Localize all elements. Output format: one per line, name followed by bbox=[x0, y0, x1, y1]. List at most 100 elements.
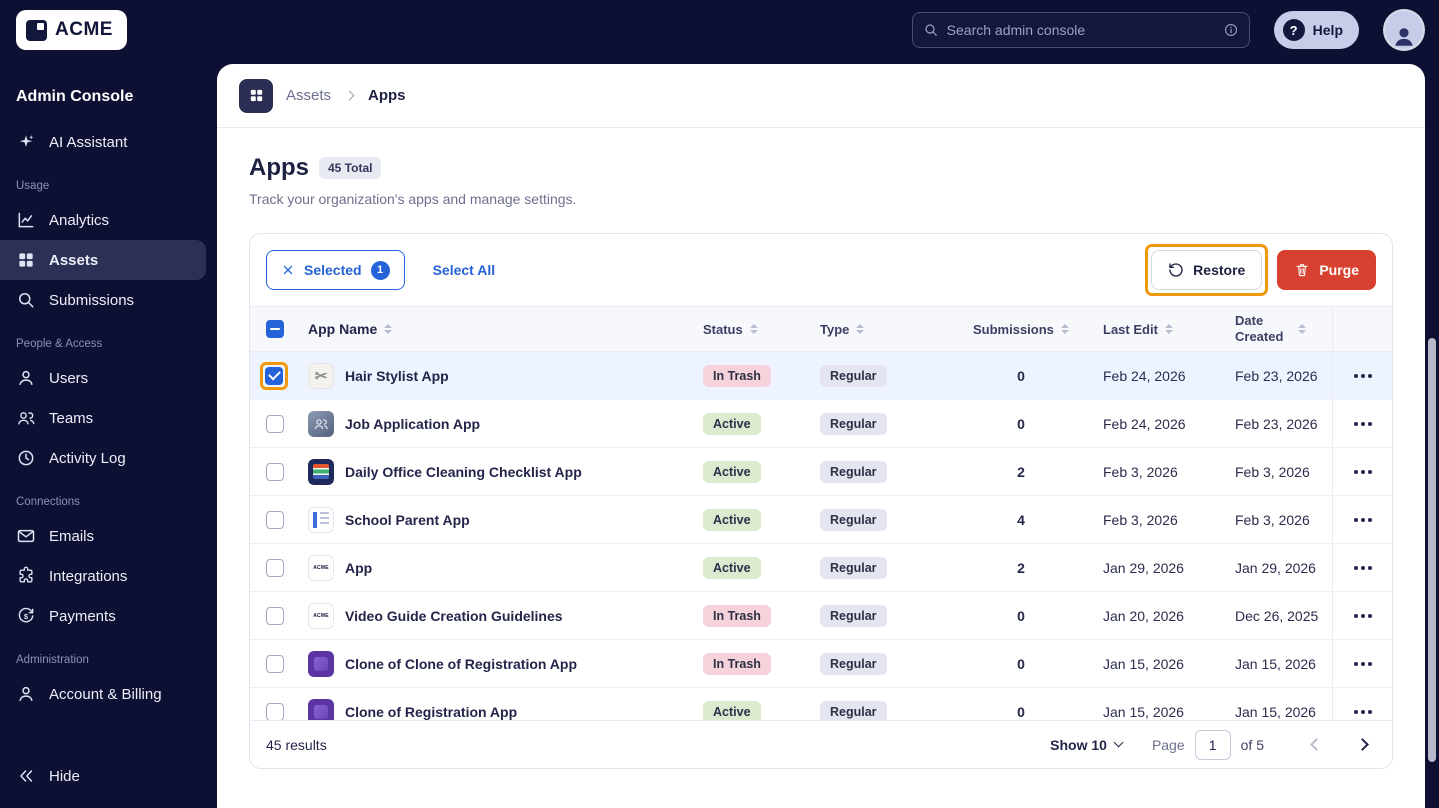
app-name[interactable]: Job Application App bbox=[345, 416, 480, 432]
column-header-date-created[interactable]: Date Created bbox=[1235, 313, 1306, 344]
sidebar-item-activity-log[interactable]: Activity Log bbox=[0, 438, 217, 478]
breadcrumb-assets-link[interactable]: Assets bbox=[286, 87, 331, 104]
table-row[interactable]: Video Guide Creation Guidelines In Trash… bbox=[250, 592, 1392, 640]
app-name[interactable]: School Parent App bbox=[345, 512, 470, 528]
sidebar-item-assets[interactable]: Assets bbox=[0, 240, 206, 280]
column-header-app-name[interactable]: App Name bbox=[308, 321, 392, 337]
apps-table-panel: Selected 1 Select All Restore Purge App … bbox=[249, 233, 1393, 769]
previous-page-button[interactable] bbox=[1302, 731, 1330, 759]
last-edit-date: Feb 3, 2026 bbox=[1103, 463, 1178, 480]
column-header-submissions[interactable]: Submissions bbox=[973, 322, 1069, 337]
row-checkbox[interactable] bbox=[266, 702, 284, 721]
column-header-last-edit[interactable]: Last Edit bbox=[1103, 322, 1173, 337]
row-checkbox[interactable] bbox=[266, 606, 284, 625]
help-button[interactable]: ? Help bbox=[1273, 11, 1359, 49]
sidebar-item-emails[interactable]: Emails bbox=[0, 516, 217, 556]
more-actions-icon[interactable] bbox=[1360, 517, 1365, 522]
page-scrollbar[interactable] bbox=[1425, 60, 1439, 808]
sidebar-item-integrations[interactable]: Integrations bbox=[0, 556, 217, 596]
app-name[interactable]: Clone of Clone of Registration App bbox=[345, 656, 577, 672]
sidebar-hide-button[interactable]: Hide bbox=[0, 756, 217, 796]
sort-icon[interactable] bbox=[856, 324, 864, 335]
more-actions-icon[interactable] bbox=[1360, 373, 1365, 378]
page-number-input[interactable] bbox=[1194, 729, 1231, 760]
sidebar-item-teams[interactable]: Teams bbox=[0, 398, 217, 438]
table-row[interactable]: Clone of Clone of Registration App In Tr… bbox=[250, 640, 1392, 688]
column-header-status[interactable]: Status bbox=[703, 322, 758, 337]
status-badge: In Trash bbox=[703, 364, 771, 387]
select-all-checkbox[interactable] bbox=[266, 320, 284, 338]
type-badge: Regular bbox=[820, 508, 887, 531]
sidebar-item-users[interactable]: Users bbox=[0, 358, 217, 398]
table-row[interactable]: App Active Regular 2 Jan 29, 2026 Jan 29… bbox=[250, 544, 1392, 592]
more-actions-icon[interactable] bbox=[1360, 661, 1365, 666]
row-checkbox[interactable] bbox=[266, 414, 284, 433]
chevron-right-icon bbox=[1355, 738, 1369, 751]
info-icon[interactable] bbox=[1223, 22, 1239, 38]
type-badge: Regular bbox=[820, 652, 887, 675]
table-toolbar: Selected 1 Select All Restore Purge bbox=[250, 234, 1392, 306]
acme-logo-thumbnail-icon bbox=[308, 554, 334, 581]
sidebar-section-usage: Usage bbox=[16, 180, 50, 192]
more-actions-icon[interactable] bbox=[1360, 613, 1365, 618]
account-icon bbox=[16, 684, 36, 704]
chevron-left-icon bbox=[1309, 738, 1323, 751]
column-header-type[interactable]: Type bbox=[820, 322, 864, 337]
more-actions-icon[interactable] bbox=[1360, 565, 1365, 570]
sort-icon[interactable] bbox=[384, 324, 392, 335]
app-name[interactable]: Hair Stylist App bbox=[345, 368, 449, 384]
selected-filter-chip[interactable]: Selected 1 bbox=[266, 250, 405, 290]
acme-logo[interactable]: ACME bbox=[16, 10, 127, 50]
more-actions-icon[interactable] bbox=[1360, 469, 1365, 474]
sort-icon[interactable] bbox=[750, 324, 758, 335]
sidebar: Admin Console AI Assistant Usage Analyti… bbox=[0, 60, 217, 808]
more-actions-icon[interactable] bbox=[1360, 709, 1365, 714]
page-size-select[interactable]: Show 10 bbox=[1050, 737, 1124, 753]
app-name[interactable]: Clone of Registration App bbox=[345, 704, 517, 720]
search-input[interactable] bbox=[946, 22, 1215, 38]
table-header: App Name Status Type Submissions Last Ed… bbox=[250, 306, 1392, 352]
table-row[interactable]: School Parent App Active Regular 4 Feb 3… bbox=[250, 496, 1392, 544]
submissions-count: 0 bbox=[1017, 367, 1025, 384]
table-row[interactable]: Job Application App Active Regular 0 Feb… bbox=[250, 400, 1392, 448]
admin-search[interactable] bbox=[911, 12, 1250, 48]
sidebar-title: Admin Console bbox=[16, 88, 134, 105]
app-name[interactable]: App bbox=[345, 560, 372, 576]
table-row[interactable]: Hair Stylist App In Trash Regular 0 Feb … bbox=[250, 352, 1392, 400]
row-checkbox[interactable] bbox=[266, 558, 284, 577]
sort-icon[interactable] bbox=[1165, 324, 1173, 335]
sidebar-item-ai-assistant[interactable]: AI Assistant bbox=[0, 122, 217, 162]
sidebar-item-submissions[interactable]: Submissions bbox=[0, 280, 217, 320]
row-checkbox[interactable] bbox=[266, 462, 284, 481]
person-icon bbox=[1391, 23, 1417, 49]
type-badge: Regular bbox=[820, 364, 887, 387]
row-checkbox[interactable] bbox=[265, 366, 283, 385]
table-row[interactable]: Daily Office Cleaning Checklist App Acti… bbox=[250, 448, 1392, 496]
select-all-button[interactable]: Select All bbox=[433, 262, 496, 278]
restore-highlight-annotation: Restore bbox=[1145, 244, 1269, 296]
sidebar-item-account-billing[interactable]: Account & Billing bbox=[0, 674, 217, 714]
restore-button[interactable]: Restore bbox=[1151, 250, 1263, 290]
sidebar-item-analytics[interactable]: Analytics bbox=[0, 200, 217, 240]
next-page-button[interactable] bbox=[1348, 731, 1376, 759]
more-actions-icon[interactable] bbox=[1360, 421, 1365, 426]
school-parent-thumbnail-icon bbox=[308, 506, 334, 533]
sidebar-item-payments[interactable]: Payments bbox=[0, 596, 217, 636]
purge-button[interactable]: Purge bbox=[1277, 250, 1376, 290]
app-name[interactable]: Video Guide Creation Guidelines bbox=[345, 608, 563, 624]
app-name[interactable]: Daily Office Cleaning Checklist App bbox=[345, 464, 582, 480]
date-created: Feb 23, 2026 bbox=[1235, 367, 1318, 384]
sort-icon[interactable] bbox=[1298, 324, 1306, 335]
row-checkbox[interactable] bbox=[266, 510, 284, 529]
page-total-label: of 5 bbox=[1240, 736, 1264, 753]
row-checkbox[interactable] bbox=[266, 654, 284, 673]
scrollbar-thumb[interactable] bbox=[1428, 338, 1436, 762]
envelope-icon bbox=[16, 526, 36, 546]
last-edit-date: Jan 29, 2026 bbox=[1103, 559, 1184, 576]
results-count: 45 results bbox=[266, 736, 327, 753]
submissions-count: 0 bbox=[1017, 655, 1025, 672]
date-created: Jan 15, 2026 bbox=[1235, 655, 1316, 672]
sort-icon[interactable] bbox=[1061, 324, 1069, 335]
submissions-count: 2 bbox=[1017, 559, 1025, 576]
user-avatar[interactable] bbox=[1385, 11, 1423, 49]
